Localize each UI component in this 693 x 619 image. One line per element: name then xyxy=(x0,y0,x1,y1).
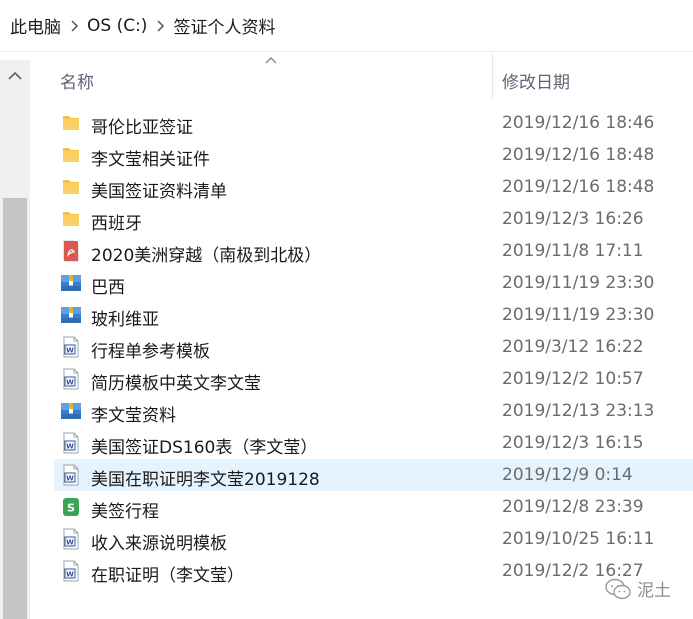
file-row[interactable]: 西班牙 2019/12/3 16:26 xyxy=(54,203,693,235)
file-row[interactable]: W 收入来源说明模板 2019/10/25 16:11 xyxy=(54,523,693,555)
word-doc-icon: W xyxy=(60,528,82,550)
folder-icon xyxy=(60,144,82,166)
svg-text:W: W xyxy=(66,379,74,387)
file-date-modified: 2019/12/16 18:48 xyxy=(502,145,655,165)
sort-ascending-icon xyxy=(265,57,277,64)
file-name[interactable]: 2020美洲穿越（南极到北极） xyxy=(91,241,321,266)
column-divider[interactable] xyxy=(492,54,493,98)
scrollbar-thumb[interactable] xyxy=(3,198,27,619)
file-name[interactable]: 美国签证DS160表（李文莹） xyxy=(91,433,317,458)
word-doc-icon: W xyxy=(60,432,82,454)
file-date-modified: 2019/3/12 16:22 xyxy=(502,337,644,357)
file-date-modified: 2019/12/16 18:46 xyxy=(502,113,655,133)
vertical-scrollbar[interactable] xyxy=(0,60,30,619)
file-row[interactable]: 2020美洲穿越（南极到北极） 2019/11/8 17:11 xyxy=(54,235,693,267)
archive-icon xyxy=(60,304,82,326)
archive-icon xyxy=(60,400,82,422)
file-name[interactable]: 美国在职证明李文莹2019128 xyxy=(91,465,320,490)
watermark-text: 泥土 xyxy=(637,581,671,601)
column-header-name[interactable]: 名称 xyxy=(60,68,94,93)
file-row[interactable]: W 在职证明（李文莹） 2019/12/2 16:27 xyxy=(54,555,693,587)
file-row[interactable]: 玻利维亚 2019/11/19 23:30 xyxy=(54,299,693,331)
word-doc-icon: W xyxy=(60,560,82,582)
file-name[interactable]: 哥伦比亚签证 xyxy=(91,113,193,138)
folder-icon xyxy=(60,208,82,230)
file-date-modified: 2019/10/25 16:11 xyxy=(502,529,655,549)
archive-icon xyxy=(60,272,82,294)
file-name[interactable]: 收入来源说明模板 xyxy=(91,529,227,554)
breadcrumb-item-drive-c[interactable]: OS (C:) xyxy=(87,16,147,36)
file-date-modified: 2019/12/2 10:57 xyxy=(502,369,644,389)
file-date-modified: 2019/12/9 0:14 xyxy=(502,465,633,485)
chevron-right-icon[interactable] xyxy=(61,16,87,36)
svg-text:W: W xyxy=(66,539,74,547)
wechat-icon xyxy=(605,578,631,599)
file-row[interactable]: 李文莹相关证件 2019/12/16 18:48 xyxy=(54,139,693,171)
folder-icon xyxy=(60,112,82,134)
file-row[interactable]: 李文莹资料 2019/12/13 23:13 xyxy=(54,395,693,427)
file-name[interactable]: 李文莹相关证件 xyxy=(91,145,210,170)
file-row[interactable]: 巴西 2019/11/19 23:30 xyxy=(54,267,693,299)
file-date-modified: 2019/12/16 18:48 xyxy=(502,177,655,197)
file-row[interactable]: W 行程单参考模板 2019/3/12 16:22 xyxy=(54,331,693,363)
svg-text:W: W xyxy=(66,475,74,483)
column-header-date-modified[interactable]: 修改日期 xyxy=(502,68,570,93)
file-row[interactable]: 美国签证资料清单 2019/12/16 18:48 xyxy=(54,171,693,203)
column-header: 名称 修改日期 xyxy=(30,52,693,104)
watermark: 泥土 xyxy=(605,576,671,601)
svg-text:W: W xyxy=(66,347,74,355)
file-row[interactable]: W 美国签证DS160表（李文莹） 2019/12/3 16:15 xyxy=(54,427,693,459)
file-name[interactable]: 李文莹资料 xyxy=(91,401,176,426)
svg-text:W: W xyxy=(66,443,74,451)
file-name[interactable]: 玻利维亚 xyxy=(91,305,159,330)
file-date-modified: 2019/12/3 16:15 xyxy=(502,433,644,453)
word-doc-icon: W xyxy=(60,368,82,390)
file-row[interactable]: W 美国在职证明李文莹2019128 2019/12/9 0:14 xyxy=(54,459,693,491)
file-name[interactable]: 在职证明（李文莹） xyxy=(91,561,244,586)
breadcrumb-item-this-pc[interactable]: 此电脑 xyxy=(10,13,61,38)
word-doc-icon: W xyxy=(60,336,82,358)
file-name[interactable]: 简历模板中英文李文莹 xyxy=(91,369,261,394)
svg-text:W: W xyxy=(66,571,74,579)
file-date-modified: 2019/11/8 17:11 xyxy=(502,241,644,261)
file-date-modified: 2019/11/19 23:30 xyxy=(502,305,655,325)
folder-icon xyxy=(60,176,82,198)
svg-text:S: S xyxy=(67,502,75,515)
file-name[interactable]: 行程单参考模板 xyxy=(91,337,210,362)
file-row[interactable]: W 简历模板中英文李文莹 2019/12/2 10:57 xyxy=(54,363,693,395)
file-date-modified: 2019/12/3 16:26 xyxy=(502,209,644,229)
file-date-modified: 2019/11/19 23:30 xyxy=(502,273,655,293)
scroll-up-arrow-icon[interactable] xyxy=(4,66,26,84)
file-name[interactable]: 美国签证资料清单 xyxy=(91,177,227,202)
breadcrumb: 此电脑 OS (C:) 签证个人资料 xyxy=(0,0,693,52)
file-name[interactable]: 巴西 xyxy=(91,273,125,298)
breadcrumb-item-current-folder[interactable]: 签证个人资料 xyxy=(173,13,275,38)
chevron-right-icon[interactable] xyxy=(147,16,173,36)
file-date-modified: 2019/12/13 23:13 xyxy=(502,401,655,421)
file-name[interactable]: 美签行程 xyxy=(91,497,159,522)
file-list: 哥伦比亚签证 2019/12/16 18:46 李文莹相关证件 2019/12/16 … xyxy=(54,107,693,587)
file-explorer-window: 此电脑 OS (C:) 签证个人资料 名称 修改日期 哥伦比亚签证 2019/12… xyxy=(0,0,693,619)
file-date-modified: 2019/12/8 23:39 xyxy=(502,497,644,517)
word-doc-icon: W xyxy=(60,464,82,486)
spreadsheet-icon: S xyxy=(60,496,82,518)
file-name[interactable]: 西班牙 xyxy=(91,209,142,234)
file-row[interactable]: S 美签行程 2019/12/8 23:39 xyxy=(54,491,693,523)
pdf-icon xyxy=(60,240,82,262)
file-row[interactable]: 哥伦比亚签证 2019/12/16 18:46 xyxy=(54,107,693,139)
